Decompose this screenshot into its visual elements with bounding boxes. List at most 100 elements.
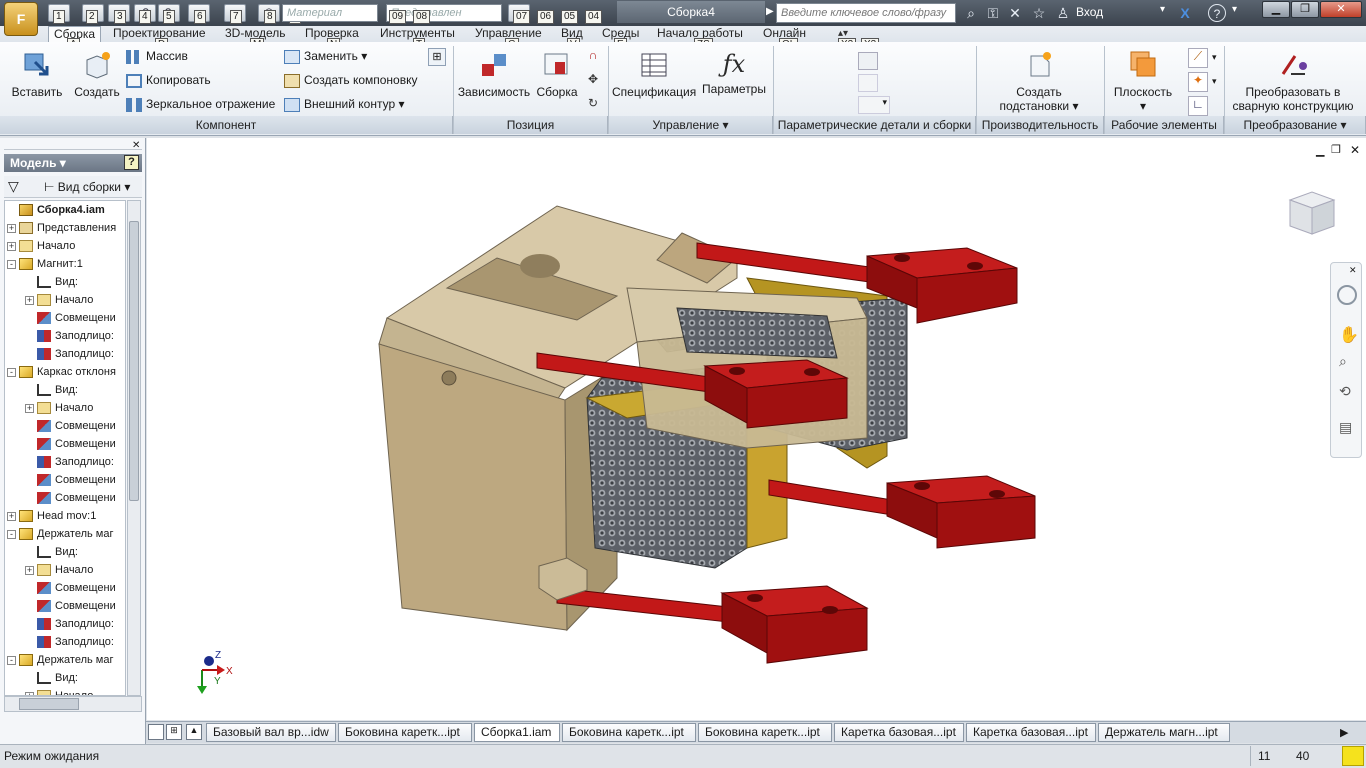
assemble-button[interactable]: Сборка [534, 48, 580, 99]
look-at-icon[interactable]: ▤ [1339, 419, 1352, 436]
replace-button[interactable]: Заменить ▾ [284, 46, 367, 66]
tree-node[interactable]: Вид: [5, 543, 125, 561]
graphics-window[interactable] [147, 138, 1366, 720]
browser-vertical-scrollbar[interactable] [127, 200, 141, 696]
maximize-button[interactable]: ❐ [1291, 1, 1319, 18]
tree-expander[interactable]: - [7, 530, 16, 539]
axis-dropdown-icon[interactable]: ▾ [1212, 52, 1217, 63]
tree-expander[interactable]: + [25, 404, 34, 413]
canvas-minimize-icon[interactable]: ▁ [1316, 144, 1324, 157]
doc-tab[interactable]: Каретка базовая...ipt [834, 723, 964, 742]
tree-node[interactable]: Совмещени [5, 489, 125, 507]
tree-node[interactable]: - Держатель маг [5, 651, 125, 669]
doc-tab[interactable]: Боковина каретк...ipt [698, 723, 832, 742]
grid-icon[interactable]: ⊞ [428, 48, 446, 66]
tree-node[interactable]: - Каркас отклоня [5, 363, 125, 381]
assembly-view-dropdown[interactable]: ⊢ Вид сборки ▾ [44, 180, 130, 194]
orbit-icon[interactable]: ⟲ [1339, 383, 1351, 400]
doc-tab[interactable]: Каретка базовая...ipt [966, 723, 1096, 742]
insert-button[interactable]: Вставить [6, 48, 68, 99]
tree-node[interactable]: Заподлицо: [5, 327, 125, 345]
exchange-icon[interactable]: X [1176, 4, 1194, 22]
ucs-icon[interactable]: ∟ [1188, 96, 1208, 116]
edit-table-icon[interactable]: ▾ [858, 96, 890, 114]
group-convert-label[interactable]: Преобразование ▾ [1225, 116, 1366, 134]
copy-button[interactable]: Копировать [126, 70, 211, 90]
tree-node[interactable]: + Начало [5, 561, 125, 579]
bom-button[interactable]: Спецификация [612, 48, 696, 99]
group-manage-label[interactable]: Управление ▾ [609, 116, 773, 134]
minimize-button[interactable]: ▁ [1262, 1, 1290, 18]
convert-weldment-button[interactable]: Преобразовать в сварную конструкцию [1226, 48, 1360, 113]
subscription-icon[interactable]: ✕ [1006, 4, 1024, 22]
documents-menu-icon[interactable]: ▲ [186, 724, 202, 740]
filter-icon[interactable]: ▽ [8, 178, 19, 195]
hscroll-thumb[interactable] [19, 698, 79, 710]
help-dropdown-icon[interactable]: ▾ [1232, 4, 1237, 15]
canvas-restore-icon[interactable]: ❐ [1331, 143, 1341, 156]
create-substitute-button[interactable]: Создать подстановки ▾ [996, 48, 1082, 113]
rotate-icon[interactable]: ↻ [584, 96, 602, 114]
tree-node[interactable]: Заподлицо: [5, 453, 125, 471]
doc-tab[interactable]: Боковина каретк...ipt [562, 723, 696, 742]
browser-horizontal-scrollbar[interactable] [4, 696, 142, 712]
tree-node[interactable]: - Магнит:1 [5, 255, 125, 273]
tree-node[interactable]: Совмещени [5, 417, 125, 435]
search-expand-icon[interactable]: ▶ [766, 6, 774, 17]
pan-icon[interactable]: ✋ [1339, 325, 1359, 345]
tree-node[interactable]: - Держатель маг [5, 525, 125, 543]
viewcube[interactable] [1286, 186, 1338, 238]
tree-node[interactable]: Вид: [5, 381, 125, 399]
tree-node[interactable]: Совмещени [5, 309, 125, 327]
binoculars-icon[interactable]: ⌕ [962, 4, 980, 22]
tree-node[interactable]: + Начало [5, 291, 125, 309]
tree-node[interactable]: Совмещени [5, 435, 125, 453]
navbar-close-icon[interactable]: ✕ [1349, 265, 1357, 276]
tree-expander[interactable]: - [7, 368, 16, 377]
pattern-button[interactable]: Массив [126, 46, 188, 66]
scroll-thumb[interactable] [129, 221, 139, 501]
tree-node[interactable]: Сборка4.iam [5, 201, 125, 219]
browser-title[interactable]: Модель ▾ [4, 154, 142, 172]
tree-node[interactable]: + Представления [5, 219, 125, 237]
zoom-icon[interactable]: ⌕ [1339, 353, 1347, 370]
tree-node[interactable]: Совмещени [5, 471, 125, 489]
tree-expander[interactable]: - [7, 656, 16, 665]
move-icon[interactable]: ✥ [584, 72, 602, 90]
work-axis-icon[interactable]: ⟋ [1188, 48, 1208, 68]
help-icon[interactable]: ? [1208, 4, 1226, 22]
mirror-button[interactable]: Зеркальное отражение [126, 94, 275, 114]
point-dropdown-icon[interactable]: ▾ [1212, 76, 1217, 87]
tree-node[interactable]: + Начало [5, 687, 125, 695]
tree-node[interactable]: + Начало [5, 399, 125, 417]
doc-tab[interactable]: Держатель магн...ipt [1098, 723, 1230, 742]
user-icon[interactable]: ♙ [1054, 4, 1072, 22]
application-menu-button[interactable]: F [4, 2, 38, 36]
tabs-scroll-right-icon[interactable]: ▶ [1340, 726, 1348, 739]
shrinkwrap-button[interactable]: Внешний контур ▾ [284, 94, 405, 114]
table-icon[interactable] [858, 74, 878, 92]
browser-help-icon[interactable]: ? [124, 155, 139, 170]
tree-node[interactable]: Вид: [5, 273, 125, 291]
create-layout-button[interactable]: Создать компоновку [284, 70, 417, 90]
create-component-button[interactable]: Создать [72, 48, 122, 99]
favorites-star-icon[interactable]: ☆ [1030, 4, 1048, 22]
canvas-close-icon[interactable]: ✕ [1350, 143, 1360, 157]
tile-windows-icon[interactable] [148, 724, 164, 740]
work-point-icon[interactable]: ✦ [1188, 72, 1208, 92]
tree-node[interactable]: Заподлицо: [5, 345, 125, 363]
parameters-button[interactable]: ƒx Параметры [700, 48, 768, 96]
tree-node[interactable]: + Head mov:1 [5, 507, 125, 525]
tree-node[interactable]: Совмещени [5, 579, 125, 597]
close-button[interactable]: ✕ [1320, 1, 1362, 18]
steering-wheel-icon[interactable] [1337, 285, 1357, 305]
magnet-icon[interactable]: ∩ [584, 48, 602, 66]
tree-expander[interactable]: + [7, 242, 16, 251]
constraint-button[interactable]: Зависимость [456, 48, 532, 99]
tree-node[interactable]: Совмещени [5, 597, 125, 615]
tree-node[interactable]: Заподлицо: [5, 633, 125, 651]
tree-expander[interactable]: + [25, 296, 34, 305]
doc-tab[interactable]: Сборка1.iam [474, 723, 560, 742]
doc-tab[interactable]: Боковина каретк...ipt [338, 723, 472, 742]
tree-expander[interactable]: + [7, 224, 16, 233]
